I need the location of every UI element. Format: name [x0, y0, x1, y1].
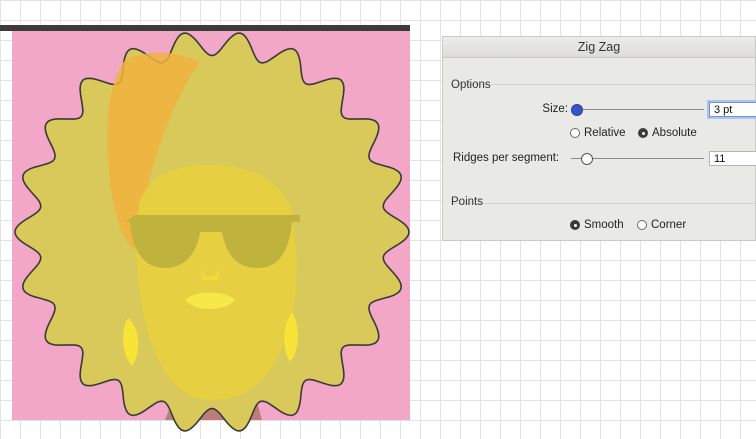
relative-label: Relative — [584, 127, 626, 139]
dialog-title: Zig Zag — [443, 37, 755, 58]
relative-radio-button[interactable] — [570, 128, 580, 138]
zig-zag-dialog: Zig Zag Options Size: 3 pt Relative Abso… — [442, 36, 756, 241]
relative-radio[interactable]: Relative — [570, 127, 626, 139]
size-slider-track[interactable] — [576, 109, 704, 110]
smooth-radio[interactable]: Smooth — [570, 219, 624, 231]
size-input[interactable]: 3 pt — [709, 102, 756, 117]
ridges-slider-knob[interactable] — [580, 153, 593, 165]
points-group-label: Points — [451, 196, 483, 208]
options-group-divider — [451, 84, 756, 85]
illustration — [0, 25, 410, 432]
absolute-radio[interactable]: Absolute — [638, 127, 697, 139]
corner-label: Corner — [651, 219, 687, 231]
ridges-input[interactable]: 11 — [709, 151, 756, 166]
size-slider-knob[interactable] — [571, 104, 583, 116]
smooth-label: Smooth — [584, 219, 624, 231]
ridges-label: Ridges per segment: — [453, 152, 560, 164]
canvas-top-bar — [0, 25, 410, 31]
size-label: Size: — [542, 103, 568, 115]
artboard-canvas[interactable] — [0, 0, 420, 439]
corner-radio-button[interactable] — [637, 220, 647, 230]
smooth-radio-button[interactable] — [570, 220, 580, 230]
points-group-divider — [451, 203, 756, 204]
options-group-label: Options — [451, 79, 491, 91]
absolute-label: Absolute — [652, 127, 697, 139]
absolute-radio-button[interactable] — [638, 128, 648, 138]
corner-radio[interactable]: Corner — [637, 219, 686, 231]
